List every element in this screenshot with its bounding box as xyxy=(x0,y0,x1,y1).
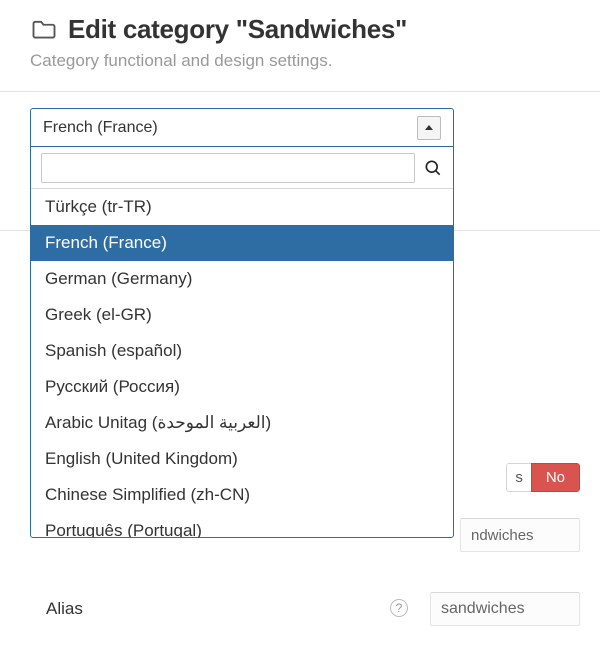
language-options: Türkçe (tr-TR) French (France) German (G… xyxy=(31,189,453,537)
language-search-input[interactable] xyxy=(41,153,415,183)
language-select-toggle[interactable]: French (France) xyxy=(31,109,453,147)
help-icon[interactable]: ? xyxy=(390,599,410,619)
alias-input[interactable] xyxy=(430,592,580,626)
language-option[interactable]: German (Germany) xyxy=(31,261,453,297)
language-select[interactable]: French (France) Türkçe (tr-TR) French (F… xyxy=(30,108,454,538)
yes-no-toggle[interactable]: s No xyxy=(506,463,580,492)
language-option[interactable]: Português (Portugal) xyxy=(31,513,453,537)
caret-up-icon[interactable] xyxy=(417,116,441,140)
alias-label: Alias xyxy=(46,599,83,619)
language-option[interactable]: English (United Kingdom) xyxy=(31,441,453,477)
language-option[interactable]: Türkçe (tr-TR) xyxy=(31,189,453,225)
page-subtitle: Category functional and design settings. xyxy=(30,51,570,71)
language-option[interactable]: Arabic Unitag (العربية الموحدة) xyxy=(31,405,453,441)
page-title: Edit category "Sandwiches" xyxy=(68,14,407,45)
toggle-yes[interactable]: s xyxy=(506,463,531,492)
folder-icon xyxy=(30,16,58,44)
language-option[interactable]: Greek (el-GR) xyxy=(31,297,453,333)
page-header: Edit category "Sandwiches" Category func… xyxy=(0,0,600,87)
title-input[interactable] xyxy=(460,518,580,552)
language-option[interactable]: Spanish (español) xyxy=(31,333,453,369)
language-option[interactable]: Русский (Россия) xyxy=(31,369,453,405)
toggle-no[interactable]: No xyxy=(531,463,580,492)
language-option[interactable]: Chinese Simplified (zh-CN) xyxy=(31,477,453,513)
language-selected-label: French (France) xyxy=(43,119,158,137)
search-icon xyxy=(423,158,443,178)
language-option[interactable]: French (France) xyxy=(31,225,453,261)
